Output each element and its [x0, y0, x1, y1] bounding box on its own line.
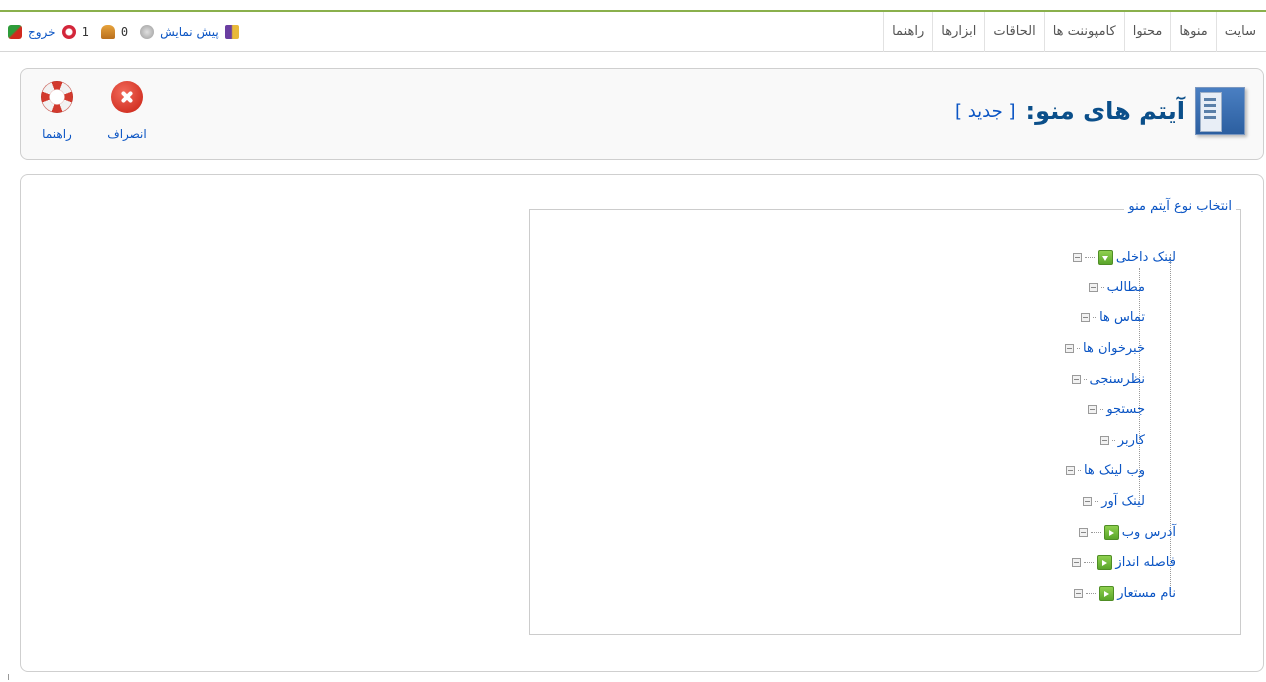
- tree-node-search[interactable]: جستجو: [1088, 398, 1145, 420]
- tree-leaf-icon: [1081, 312, 1091, 322]
- tree-dash: [1077, 469, 1081, 471]
- node-label[interactable]: لینک آور: [1101, 494, 1145, 509]
- menu-item-icon: [1195, 87, 1245, 135]
- node-label[interactable]: آدرس وب: [1122, 525, 1176, 540]
- messages-count: 1: [81, 25, 89, 39]
- visitors-icon: [140, 25, 155, 39]
- users-count: 0: [120, 25, 129, 39]
- tree-dash: [1084, 561, 1095, 563]
- tree-node-internal-link[interactable]: لینک داخلی: [1072, 246, 1176, 268]
- tree-branch-icon: [1074, 588, 1084, 598]
- tree-dash: [1086, 592, 1097, 594]
- menu-type-tree: لینک داخلی مطالب تماس ها خبرخوان ها نظرس…: [940, 246, 1240, 626]
- tree-dash: [1100, 286, 1104, 288]
- menu-components[interactable]: کامپوننت ها: [1043, 12, 1124, 52]
- expand-arrow-icon[interactable]: [1099, 585, 1115, 601]
- tree-leaf-icon: [1065, 465, 1075, 475]
- tree-node-contacts[interactable]: تماس ها: [1081, 306, 1145, 328]
- node-label[interactable]: نام مستعار: [1117, 586, 1176, 601]
- node-label[interactable]: خبرخوان ها: [1083, 341, 1145, 356]
- tree-dash: [1077, 347, 1080, 349]
- node-label[interactable]: مطالب: [1107, 280, 1145, 295]
- tree-branch-icon: [1072, 252, 1082, 262]
- cancel-label[interactable]: انصراف: [107, 127, 146, 141]
- tree-node-external-link[interactable]: آدرس وب: [1078, 521, 1176, 543]
- tree-node-alias[interactable]: نام مستعار: [1074, 582, 1176, 604]
- messages-icon[interactable]: [61, 25, 76, 39]
- collapse-arrow-icon[interactable]: [1097, 249, 1113, 265]
- help-lifebuoy-icon[interactable]: [41, 81, 73, 113]
- tree-branch-icon: [1072, 557, 1082, 567]
- menu-menus[interactable]: منوها: [1170, 12, 1215, 52]
- help-label[interactable]: راهنما: [42, 127, 72, 141]
- page-title: آیتم های منو:: [1025, 97, 1185, 125]
- page-heading: آیتم های منو: [ جدید ]: [955, 81, 1245, 141]
- node-label[interactable]: کاربر: [1118, 433, 1145, 448]
- tree-leaf-icon: [1071, 374, 1081, 384]
- tree-leaf-icon: [1088, 282, 1098, 292]
- menu-help[interactable]: راهنما: [883, 12, 932, 52]
- help-button[interactable]: راهنما: [29, 81, 85, 147]
- tree-node-wrapper[interactable]: لینک آور: [1083, 490, 1145, 512]
- cancel-button[interactable]: انصراف: [99, 81, 155, 147]
- menu-site[interactable]: سایت: [1215, 12, 1266, 52]
- preview-link[interactable]: پیش نمایش: [160, 25, 219, 39]
- tree-dash: [1090, 531, 1101, 533]
- text-cursor: [8, 674, 9, 680]
- tree-dash: [1100, 408, 1104, 410]
- tree-dash: [1111, 439, 1115, 441]
- tree-dash: [1084, 256, 1095, 258]
- menu-type-fieldset: انتخاب نوع آیتم منو لینک داخلی مطالب تما…: [529, 199, 1241, 635]
- cancel-icon[interactable]: [111, 81, 143, 113]
- fieldset-legend: انتخاب نوع آیتم منو: [1124, 199, 1236, 214]
- menu-extensions[interactable]: الحاقات: [984, 12, 1043, 52]
- tree-dash: [1095, 500, 1099, 502]
- tree-connector: [1170, 254, 1171, 596]
- status-bar: خروج 1 0 پیش نمایش: [8, 12, 239, 52]
- logout-icon[interactable]: [8, 25, 22, 39]
- tree-leaf-icon: [1083, 496, 1093, 506]
- main-menu: سایت منوها محتوا کامپوننت ها الحاقات ابز…: [883, 12, 1266, 52]
- tree-dash: [1083, 378, 1087, 380]
- tree-node-separator[interactable]: فاصله انداز: [1072, 551, 1176, 573]
- tree-leaf-icon: [1088, 404, 1098, 414]
- node-label[interactable]: فاصله انداز: [1115, 555, 1176, 570]
- tree-branch-icon: [1078, 527, 1088, 537]
- top-menubar: سایت منوها محتوا کامپوننت ها الحاقات ابز…: [0, 10, 1266, 52]
- tree-node-user[interactable]: کاربر: [1099, 429, 1145, 451]
- node-label[interactable]: تماس ها: [1099, 310, 1145, 325]
- tree-leaf-icon: [1099, 435, 1109, 445]
- menu-content[interactable]: محتوا: [1123, 12, 1171, 52]
- page-subtitle: [ جدید ]: [954, 100, 1016, 122]
- node-label[interactable]: نظرسنجی: [1090, 372, 1146, 387]
- expand-arrow-icon[interactable]: [1103, 524, 1119, 540]
- main-panel: انتخاب نوع آیتم منو لینک داخلی مطالب تما…: [20, 174, 1264, 672]
- node-label[interactable]: جستجو: [1106, 402, 1145, 417]
- tree-node-weblinks[interactable]: وب لینک ها: [1065, 459, 1145, 481]
- logout-link[interactable]: خروج: [28, 25, 56, 39]
- toolbar: راهنما انصراف: [29, 81, 155, 147]
- expand-arrow-icon[interactable]: [1097, 554, 1113, 570]
- tree-dash: [1093, 316, 1097, 318]
- tree-node-newsfeeds[interactable]: خبرخوان ها: [1065, 337, 1145, 359]
- tree-node-polls[interactable]: نظرسنجی: [1071, 368, 1146, 390]
- header-panel: آیتم های منو: [ جدید ] راهنما انصراف: [20, 68, 1264, 160]
- tree-node-articles[interactable]: مطالب: [1088, 276, 1145, 298]
- menu-tools[interactable]: ابزارها: [932, 12, 984, 52]
- node-label[interactable]: وب لینک ها: [1084, 463, 1145, 478]
- node-label[interactable]: لینک داخلی: [1116, 250, 1176, 265]
- tree-leaf-icon: [1065, 343, 1074, 353]
- users-icon: [100, 25, 115, 39]
- preview-icon[interactable]: [224, 25, 239, 39]
